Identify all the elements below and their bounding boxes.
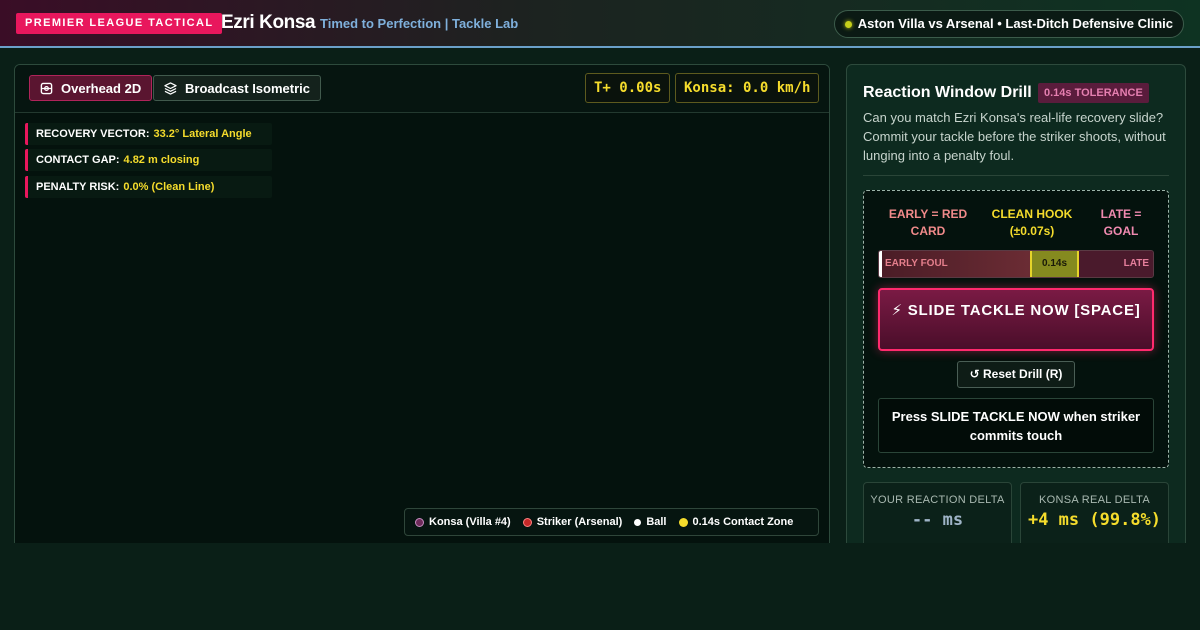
konsa-marker-icon — [415, 517, 424, 527]
broadcast-isometric-button[interactable]: Broadcast Isometric — [153, 75, 321, 101]
drill-instruction: Press SLIDE TACKLE NOW when striker comm… — [878, 398, 1154, 453]
recovery-vector-value: 33.2° Lateral Angle — [153, 128, 252, 140]
contact-gap-value: 4.82 m closing — [123, 154, 200, 166]
legend-item-striker: Striker (Arsenal) — [522, 516, 623, 528]
layers-icon — [164, 81, 177, 95]
match-label: Aston Villa vs Arsenal • Last-Ditch Defe… — [857, 16, 1173, 31]
recovery-vector-tag: RECOVERY VECTOR: 33.2° Lateral Angle — [25, 123, 272, 145]
penalty-risk-label: PENALTY RISK: — [36, 181, 120, 193]
timing-cursor — [879, 251, 882, 277]
legend-label-ball: Ball — [646, 516, 667, 528]
timing-bar-late: LATE — [1079, 251, 1153, 277]
speed-readout: Konsa: 0.0 km/h — [675, 73, 820, 103]
match-pill: Aston Villa vs Arsenal • Last-Ditch Defe… — [833, 10, 1184, 38]
tolerance-badge: 0.14s TOLERANCE — [1038, 83, 1149, 103]
pitch-panel-header: Overhead 2D Broadcast Isometric T+ 0.00s… — [15, 65, 829, 113]
page-background-footer — [0, 543, 1200, 630]
broadcast-isometric-label: Broadcast Isometric — [185, 80, 310, 96]
reset-drill-button[interactable]: ↺ Reset Drill (R) — [957, 361, 1075, 388]
konsa-delta-label: KONSA REAL DELTA — [1039, 494, 1150, 506]
timing-bar-clean: 0.14s — [1030, 251, 1079, 277]
penalty-risk-tag: PENALTY RISK: 0.0% (Clean Line) — [25, 176, 272, 198]
page-subtitle: Timed to Perfection | Tackle Lab — [320, 16, 519, 31]
pitch-legend: Konsa (Villa #4) Striker (Arsenal) Ball … — [404, 508, 819, 536]
drill-description: Can you match Ezri Konsa's real-life rec… — [863, 110, 1166, 163]
top-bar: PREMIER LEAGUE TACTICAL Ezri Konsa Timed… — [0, 0, 1200, 48]
legend-item-konsa: Konsa (Villa #4) — [415, 516, 511, 528]
overhead-2d-button[interactable]: Overhead 2D — [29, 75, 153, 101]
contact-gap-label: CONTACT GAP: — [36, 154, 120, 166]
zone-label-clean: CLEAN HOOK (±0.07s) — [991, 207, 1073, 238]
timing-bar-early: EARLY FOUL — [879, 251, 1031, 277]
grid-target-icon — [40, 82, 53, 94]
timer-readout: T+ 0.00s — [585, 73, 671, 103]
live-dot-icon — [844, 20, 852, 28]
contact-gap-tag: CONTACT GAP: 4.82 m closing — [25, 149, 272, 171]
penalty-risk-value: 0.0% (Clean Line) — [123, 181, 215, 193]
drill-title: Reaction Window Drill — [863, 84, 1032, 101]
drill-panel: Reaction Window Drill 0.14s TOLERANCE Ca… — [846, 64, 1186, 564]
legend-label-contact-zone: 0.14s Contact Zone — [692, 516, 794, 528]
league-badge: PREMIER LEAGUE TACTICAL — [16, 13, 223, 34]
divider — [863, 175, 1169, 176]
overhead-2d-label: Overhead 2D — [61, 80, 142, 96]
player-name: Ezri Konsa — [221, 12, 316, 33]
striker-marker-icon — [522, 517, 532, 527]
recovery-vector-label: RECOVERY VECTOR: — [36, 128, 150, 140]
legend-label-striker: Striker (Arsenal) — [536, 516, 623, 528]
pitch-panel: Overhead 2D Broadcast Isometric T+ 0.00s… — [14, 64, 830, 564]
your-reaction-label: YOUR REACTION DELTA — [870, 494, 1005, 506]
contact-zone-marker-icon — [678, 517, 688, 527]
legend-label-konsa: Konsa (Villa #4) — [429, 516, 511, 528]
your-reaction-value: -- ms — [911, 510, 964, 530]
timing-bar: EARLY FOUL 0.14s LATE — [878, 250, 1154, 278]
zone-label-late: LATE = GOAL — [1100, 207, 1142, 238]
zone-label-early: EARLY = RED CARD — [888, 207, 968, 238]
legend-item-ball: Ball — [634, 516, 667, 528]
legend-item-contact-zone: 0.14s Contact Zone — [678, 516, 794, 528]
ball-marker-icon — [634, 518, 642, 526]
konsa-delta-value: +4 ms (99.8%) — [1027, 510, 1162, 530]
drill-box: EARLY = RED CARD CLEAN HOOK (±0.07s) LAT… — [863, 190, 1169, 468]
slide-tackle-button[interactable]: ⚡ SLIDE TACKLE NOW [SPACE] — [878, 288, 1154, 351]
